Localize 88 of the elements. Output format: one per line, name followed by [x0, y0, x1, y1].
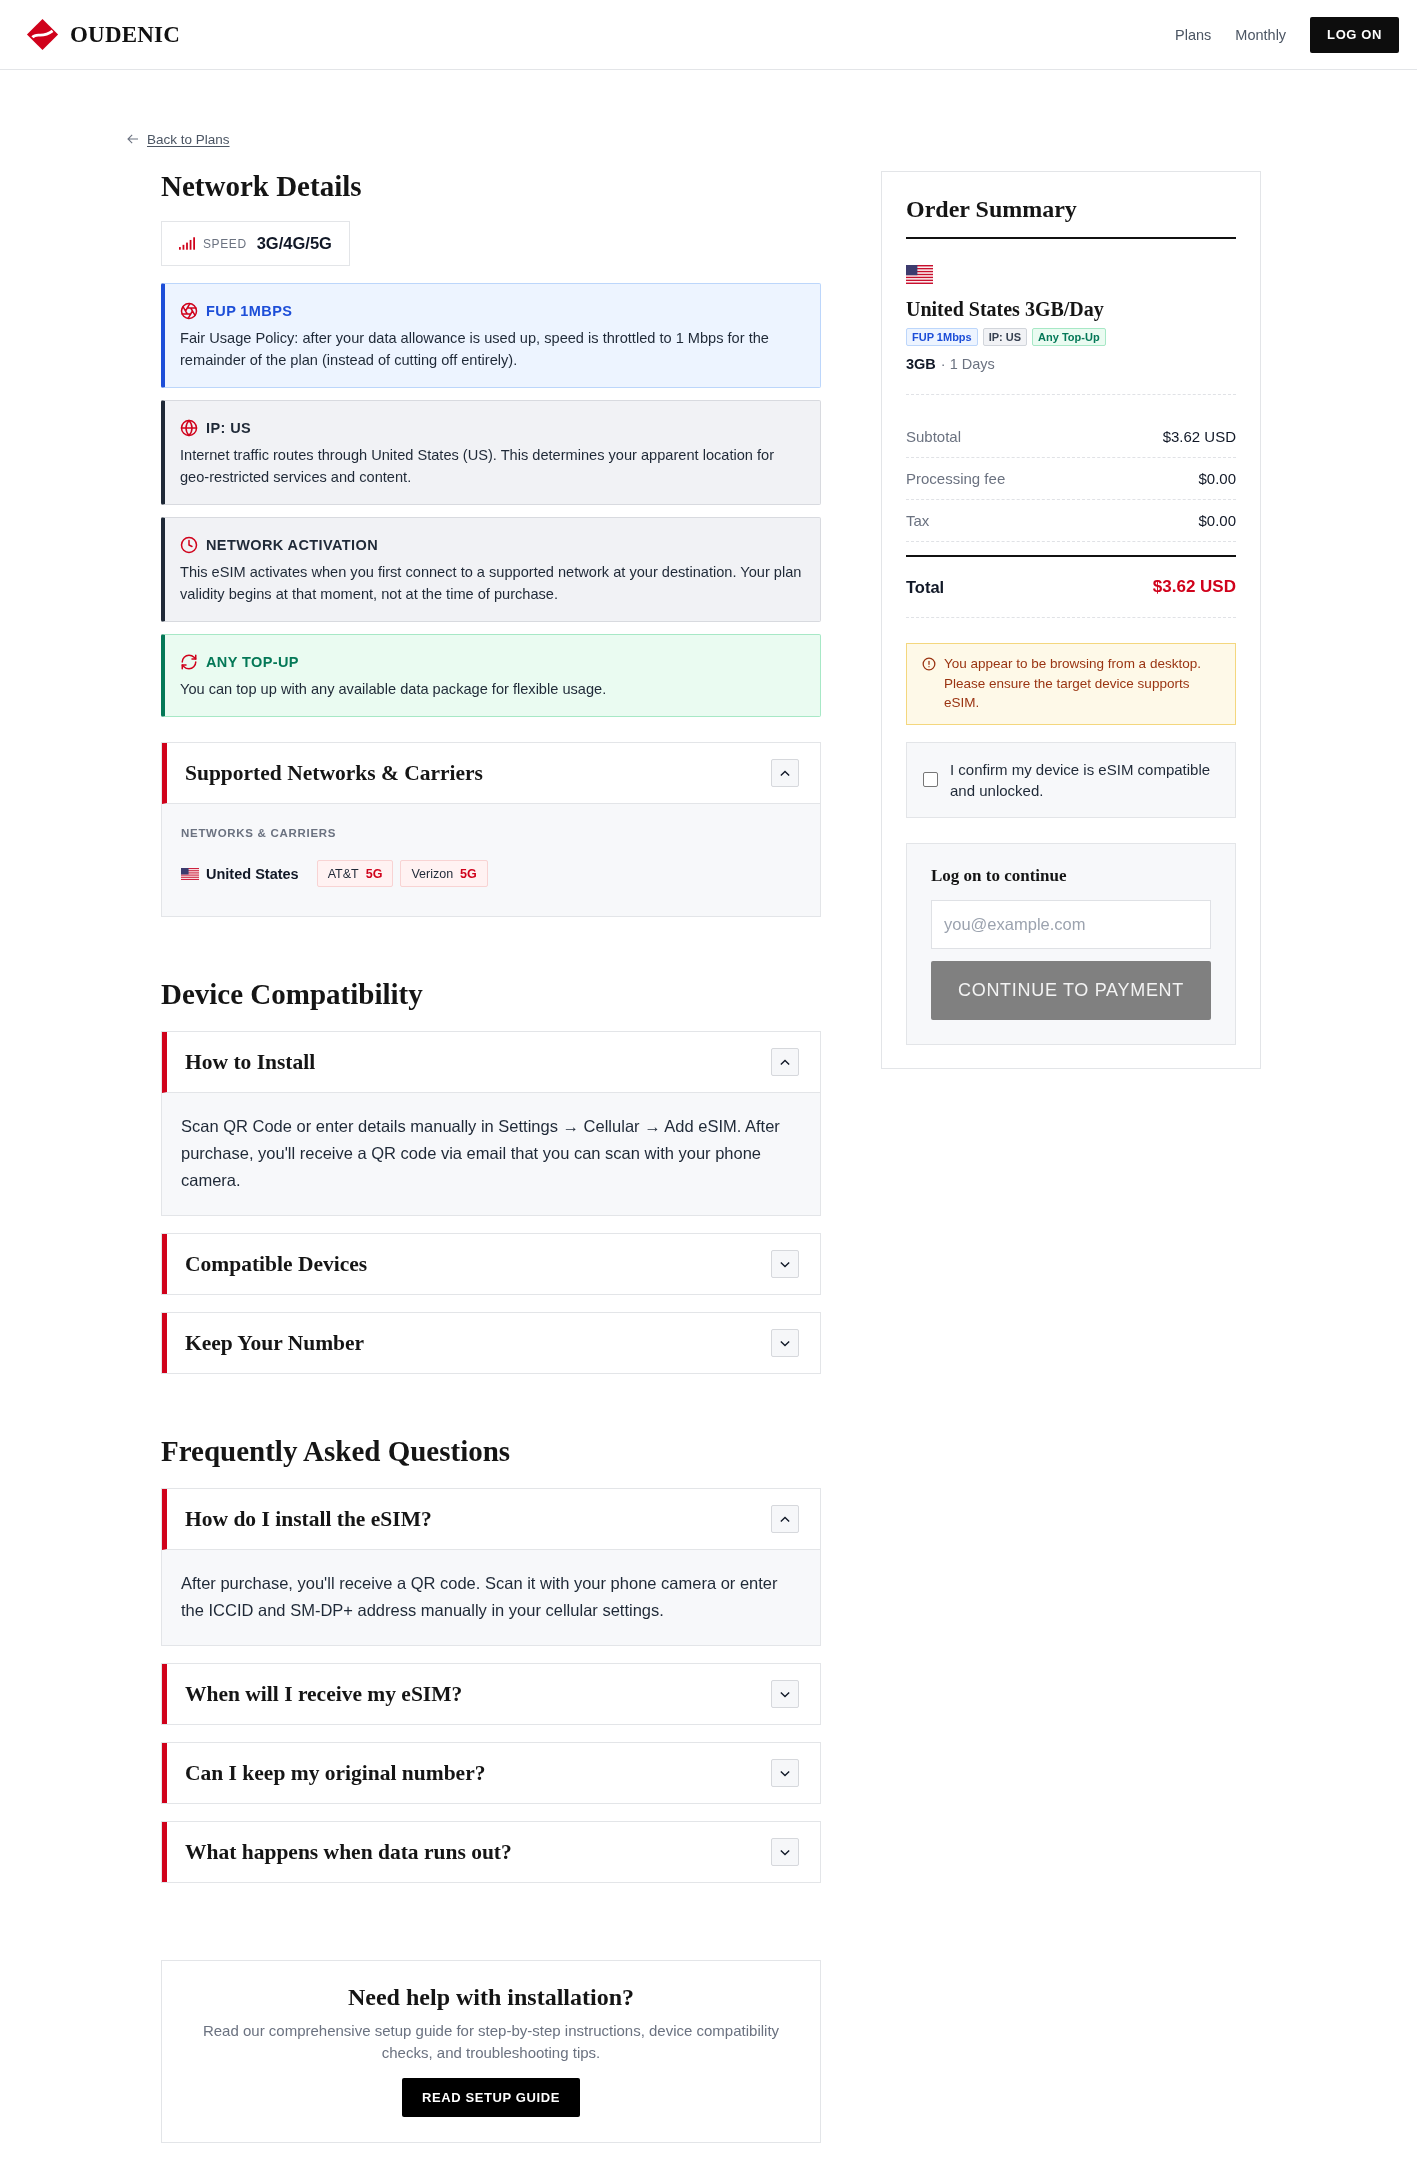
help-text: Read our comprehensive setup guide for step-by-step instructions, device compatibility checks, and troubleshooting tips.	[201, 2021, 781, 2063]
flag-icon	[181, 867, 199, 880]
answer-text: After purchase, you'll receive a QR code. Scan it with your phone camera or enter the ICCID and SM-DP+ address manually in your cellular settings.	[162, 1550, 820, 1645]
plan-name: United States 3GB/Day	[906, 297, 1105, 321]
chevron-down-icon	[780, 1769, 790, 1777]
accordion-title: Supported Networks & Carriers	[185, 760, 483, 786]
collapse-button[interactable]	[771, 1048, 799, 1076]
network-type: 5G	[460, 866, 477, 881]
chevron-up-icon	[780, 769, 790, 777]
summary-title: Order Summary	[906, 196, 1236, 239]
accordion-title: Keep Your Number	[185, 1330, 365, 1356]
summary-label: Subtotal	[906, 428, 962, 445]
carrier-name: Verizon	[411, 866, 454, 881]
panel-text: Scan QR Code or enter details manually in Settings → Cellular → Add eSIM. After purchase, you'll receive a QR code via email that you can scan with your phone camera.	[162, 1093, 820, 1215]
alert-icon	[922, 657, 936, 671]
plan-tag: IP: US	[982, 328, 1028, 346]
chevron-down-icon	[780, 1339, 790, 1347]
feature-description: Internet traffic routes through United States (US). This determines your apparent location for geo-restricted services and content.	[180, 446, 776, 487]
plan-tag: Any Top-Up	[1032, 328, 1106, 346]
section-heading: Device Compatibility	[161, 979, 424, 1009]
data-amount: 3GB	[906, 355, 936, 374]
question-title: Can I keep my original number?	[185, 1760, 486, 1786]
chevron-down-icon	[780, 1260, 790, 1268]
back-link[interactable]: Back to Plans	[127, 130, 230, 148]
summary-amount: $3.62 USD	[1162, 428, 1236, 445]
accordion-header[interactable]: Keep Your Number	[162, 1313, 820, 1373]
refresh-icon	[180, 653, 198, 671]
summary-label: Processing fee	[906, 470, 1006, 487]
accordion-header[interactable]: Can I keep my original number?	[162, 1743, 820, 1803]
section-label: NETWORKS & CARRIERS	[181, 826, 338, 840]
help-title: Need help with installation?	[348, 1983, 634, 2011]
expand-button[interactable]	[771, 1250, 799, 1278]
total-label: Total	[906, 577, 945, 597]
expand-button[interactable]	[771, 1680, 799, 1708]
flag-icon	[906, 265, 933, 284]
chevron-up-icon	[780, 1515, 790, 1523]
logo-icon	[26, 18, 59, 51]
chevron-down-icon	[780, 1848, 790, 1856]
feature-title: IP: US	[206, 420, 252, 436]
feature-description: You can top up with any available data package for flexible usage.	[180, 680, 608, 699]
country-name: United States	[206, 865, 299, 882]
feature-title: FUP 1MBPS	[206, 303, 293, 319]
signal-bars-icon	[179, 237, 195, 250]
collapse-button[interactable]	[771, 759, 799, 787]
network-type: 5G	[365, 866, 383, 881]
checkbox[interactable]	[923, 772, 938, 787]
expand-button[interactable]	[771, 1838, 799, 1866]
arrow-left-icon	[127, 134, 139, 144]
accordion-header[interactable]: When will I receive my eSIM?	[162, 1664, 820, 1724]
carrier-name: AT&T	[327, 866, 359, 881]
brand-name[interactable]: OUDENIC	[70, 21, 181, 48]
chevron-up-icon	[780, 1058, 790, 1066]
accordion-header[interactable]: Compatible Devices	[162, 1234, 820, 1294]
expand-button[interactable]	[771, 1759, 799, 1787]
log-on-button[interactable]: LOG ON	[1310, 16, 1399, 53]
feature-title: NETWORK ACTIVATION	[206, 537, 379, 553]
feature-title: ANY TOP-UP	[206, 654, 299, 670]
nav-link[interactable]: Plans	[1175, 26, 1212, 43]
expand-button[interactable]	[771, 1329, 799, 1357]
feature-description: This eSIM activates when you first connect to a supported network at your destination. Your plan validity begins at that moment, not at the time of purchase.	[180, 563, 803, 604]
email-field[interactable]: you@example.com	[931, 899, 1211, 949]
warning-text: You appear to be browsing from a desktop. Please ensure the target device supports eSIM.	[944, 655, 1202, 712]
login-title: Log on to continue	[931, 865, 1068, 886]
nav-link[interactable]: Monthly	[1235, 26, 1287, 43]
speed-label: SPEED	[203, 236, 247, 251]
plan-duration: · 1 Days	[940, 355, 995, 374]
collapse-button[interactable]	[771, 1505, 799, 1533]
speed-value: 3G/4G/5G	[256, 234, 332, 253]
aperture-icon	[180, 302, 198, 320]
question-title: How do I install the eSIM?	[185, 1506, 432, 1532]
setup-guide-button[interactable]: READ SETUP GUIDE	[402, 2078, 580, 2117]
summary-amount: $0.00	[1198, 470, 1236, 487]
summary-amount: $0.00	[1198, 512, 1236, 529]
question-title: What happens when data runs out?	[185, 1839, 512, 1865]
section-heading: Frequently Asked Questions	[161, 1436, 512, 1466]
accordion-title: Compatible Devices	[185, 1251, 368, 1277]
confirm-label[interactable]: I confirm my device is eSIM compatible and unlocked.	[950, 758, 1219, 801]
summary-label: Tax	[906, 512, 930, 529]
question-title: When will I receive my eSIM?	[185, 1681, 463, 1707]
section-heading: Network Details	[161, 171, 363, 201]
clock-icon	[180, 536, 198, 554]
accordion-header[interactable]: What happens when data runs out?	[162, 1822, 820, 1882]
plan-tag: FUP 1Mbps	[906, 328, 978, 346]
total-amount: $3.62 USD	[1152, 577, 1236, 597]
feature-description: Fair Usage Policy: after your data allowance is used up, speed is throttled to 1 Mbps for the remainder of the plan (instead of cutting off entirely).	[180, 329, 770, 370]
accordion-title: How to Install	[185, 1049, 316, 1075]
chevron-down-icon	[780, 1690, 790, 1698]
globe-icon	[180, 419, 198, 437]
